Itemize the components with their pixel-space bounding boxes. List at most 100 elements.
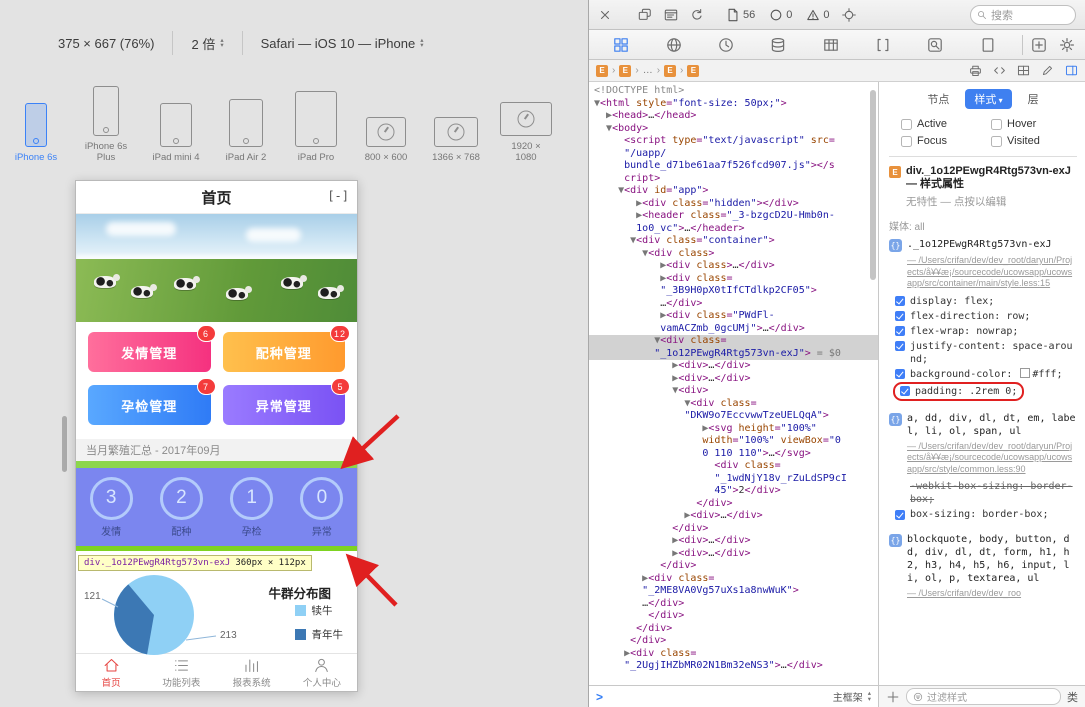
classes-toggle-button[interactable]: 类 [1067,689,1078,705]
tabbar-item[interactable]: 报表系统 [217,654,287,691]
css-property[interactable]: flex-direction: row; [893,309,1077,324]
checkbox-checked-icon[interactable] [895,341,905,351]
page-panel-icon[interactable] [664,8,678,22]
sidebar-split-icon[interactable] [1065,64,1078,77]
breadcrumb-element-badge[interactable]: E [664,64,677,77]
add-panel-icon[interactable] [1031,37,1047,53]
element-subtitle[interactable]: 无特性 — 点按以编辑 [906,194,1077,209]
dom-tree-line[interactable]: ▼<div class= [589,398,878,411]
dom-tree-line[interactable]: ▶<head>…</head> [589,110,878,123]
toolbar-counter[interactable]: 0 [806,8,830,22]
device-option[interactable]: iPhone 6s [8,87,64,163]
css-property[interactable]: box-sizing: border-box; [893,507,1077,522]
styles-filter-input[interactable]: 过滤样式 [906,688,1061,705]
dom-tree-line[interactable]: ▼<div class="container"> [589,235,878,248]
dom-tree-line[interactable]: width="100%" viewBox="0 [589,435,878,448]
app-button[interactable]: 配种管理 12 [222,325,350,372]
dom-tree-line[interactable]: …</div> [589,598,878,611]
timelines-icon[interactable] [718,37,734,53]
dom-tree-line[interactable]: <script type="text/javascript" src= [589,135,878,148]
styles-sidebar-tab[interactable]: 层 [1028,91,1039,107]
dom-tree-line[interactable]: vamACZmb_0gcUMj">…</div> [589,323,878,336]
dom-tree-line[interactable]: ▶<div class= [589,648,878,661]
css-property[interactable]: background-color: #fff; [893,367,1077,382]
checkbox-checked-icon[interactable] [895,311,905,321]
settings-icon[interactable] [1059,37,1075,53]
dom-tree-line[interactable]: ▶<div>…</div> [589,373,878,386]
edit-icon[interactable] [1041,64,1054,77]
dom-tree-line[interactable]: cript> [589,173,878,186]
debugger-icon[interactable] [875,37,891,53]
tabbar-item[interactable]: 个人中心 [287,654,357,691]
checkbox-checked-icon[interactable] [895,326,905,336]
table-icon[interactable] [823,37,839,53]
device-option[interactable]: iPad Pro [288,87,344,163]
reload-icon[interactable] [690,8,704,22]
preview-scrollbar[interactable] [62,416,67,472]
breadcrumb-ellipsis[interactable]: … [643,65,653,76]
dom-tree-line[interactable]: </div> [589,623,878,636]
dom-tree-line[interactable]: …</div> [589,298,878,311]
dom-tree-line[interactable]: "_2ME8VA0Vg57uXs1a8nwWuK"> [589,585,878,598]
dom-tree-line[interactable]: 0 110 110">…</svg> [589,448,878,461]
dom-tree-line[interactable]: </div> [589,560,878,573]
add-rule-button[interactable] [886,690,900,704]
dom-tree-line[interactable]: ▶<div class="PWdFl- [589,310,878,323]
dom-tree-line[interactable]: ▼<div> [589,385,878,398]
pseudo-class-toggle[interactable]: Active [901,118,987,130]
checkbox-checked-icon[interactable] [895,296,905,306]
dom-tree-line[interactable]: ▶<div class= [589,573,878,586]
dom-tree-line[interactable]: </div> [589,523,878,536]
console-prompt-row[interactable]: > 主框架 [589,686,878,707]
pseudo-class-toggle[interactable]: Hover [991,118,1077,130]
css-selector[interactable]: a, dd, div, dl, dt, em, label, li, ol, s… [907,412,1077,438]
css-property[interactable]: display: flex; [893,294,1077,309]
search-tab-icon[interactable] [927,37,943,53]
dom-tree-scrollbar[interactable] [870,90,876,280]
printer-icon[interactable] [969,64,982,77]
element-picker-icon[interactable] [841,7,856,22]
css-property[interactable]: padding: .2rem 0; [893,381,1025,401]
checkbox-checked-icon[interactable] [895,369,905,379]
dom-tree-line[interactable]: 45">2</div> [589,485,878,498]
css-property[interactable]: justify-content: space-around; [893,339,1077,367]
style-source-link[interactable]: — /Users/crifan/dev/dev_root/daryun/Proj… [907,441,1077,476]
dom-tree-line[interactable]: </div> [589,498,878,511]
dom-tree-line[interactable]: </div> [589,635,878,648]
dom-tree-line[interactable]: ▶<header class="_3-bzgcD2U-Hmb0n- [589,210,878,223]
grid-icon[interactable] [1017,64,1030,77]
dom-tree-line[interactable]: ▶<div class= [589,273,878,286]
css-property[interactable]: -webkit-box-sizing: border-box; [908,479,1077,507]
storage-icon[interactable] [770,37,786,53]
tabbar-item[interactable]: 功能列表 [146,654,216,691]
toolbar-counter[interactable]: 0 [769,8,792,22]
dom-tree-line[interactable]: ▼<div class> [589,248,878,261]
style-source-link[interactable]: — /Users/crifan/dev/dev_roo [907,588,1077,600]
close-icon[interactable] [598,8,612,22]
styles-sidebar-tab[interactable]: 样式 [965,89,1012,109]
breadcrumb-element-badge[interactable]: E [687,64,700,77]
pseudo-class-toggle[interactable]: Focus [901,135,987,147]
dom-tree-line[interactable]: ▶<div class="hidden"></div> [589,198,878,211]
code-icon[interactable] [993,64,1006,77]
toolbar-counter[interactable]: 56 [726,8,755,22]
dom-tree-line[interactable]: ▼<div class= [589,335,878,348]
user-agent-select[interactable]: Safari — iOS 10 — iPhone [261,36,424,51]
checkbox-checked-icon[interactable] [895,509,905,520]
breadcrumb-element-badge[interactable]: E [596,64,608,77]
dom-tree-line[interactable]: 1o0_vc">…</header> [589,223,878,236]
tab-overview-icon[interactable] [638,8,652,22]
breadcrumb-element-badge[interactable]: E [619,64,632,77]
dom-tree-line[interactable]: ▼<body> [589,123,878,136]
dom-tree-line[interactable]: ▶<div class>…</div> [589,260,878,273]
dom-tree-line[interactable]: <!DOCTYPE html> [589,85,878,98]
dom-tree-line[interactable]: "_1wdNjY18v_rZuLdSP9cI [589,473,878,486]
dom-tree-line[interactable]: ▶<div>…</div> [589,535,878,548]
dom-tree-line[interactable]: "_1o12PEwgR4Rtg573vn-exJ"> = $0 [589,347,878,360]
dom-tree-line[interactable]: "/uapp/ [589,148,878,161]
pseudo-class-toggle[interactable]: Visited [991,135,1077,147]
device-option[interactable]: 1920 × 1080 [498,76,554,164]
dom-tree-line[interactable]: ▶<div>…</div> [589,510,878,523]
app-button[interactable]: 异常管理 5 [222,378,350,425]
dom-tree-line[interactable]: ▶<div>…</div> [589,360,878,373]
